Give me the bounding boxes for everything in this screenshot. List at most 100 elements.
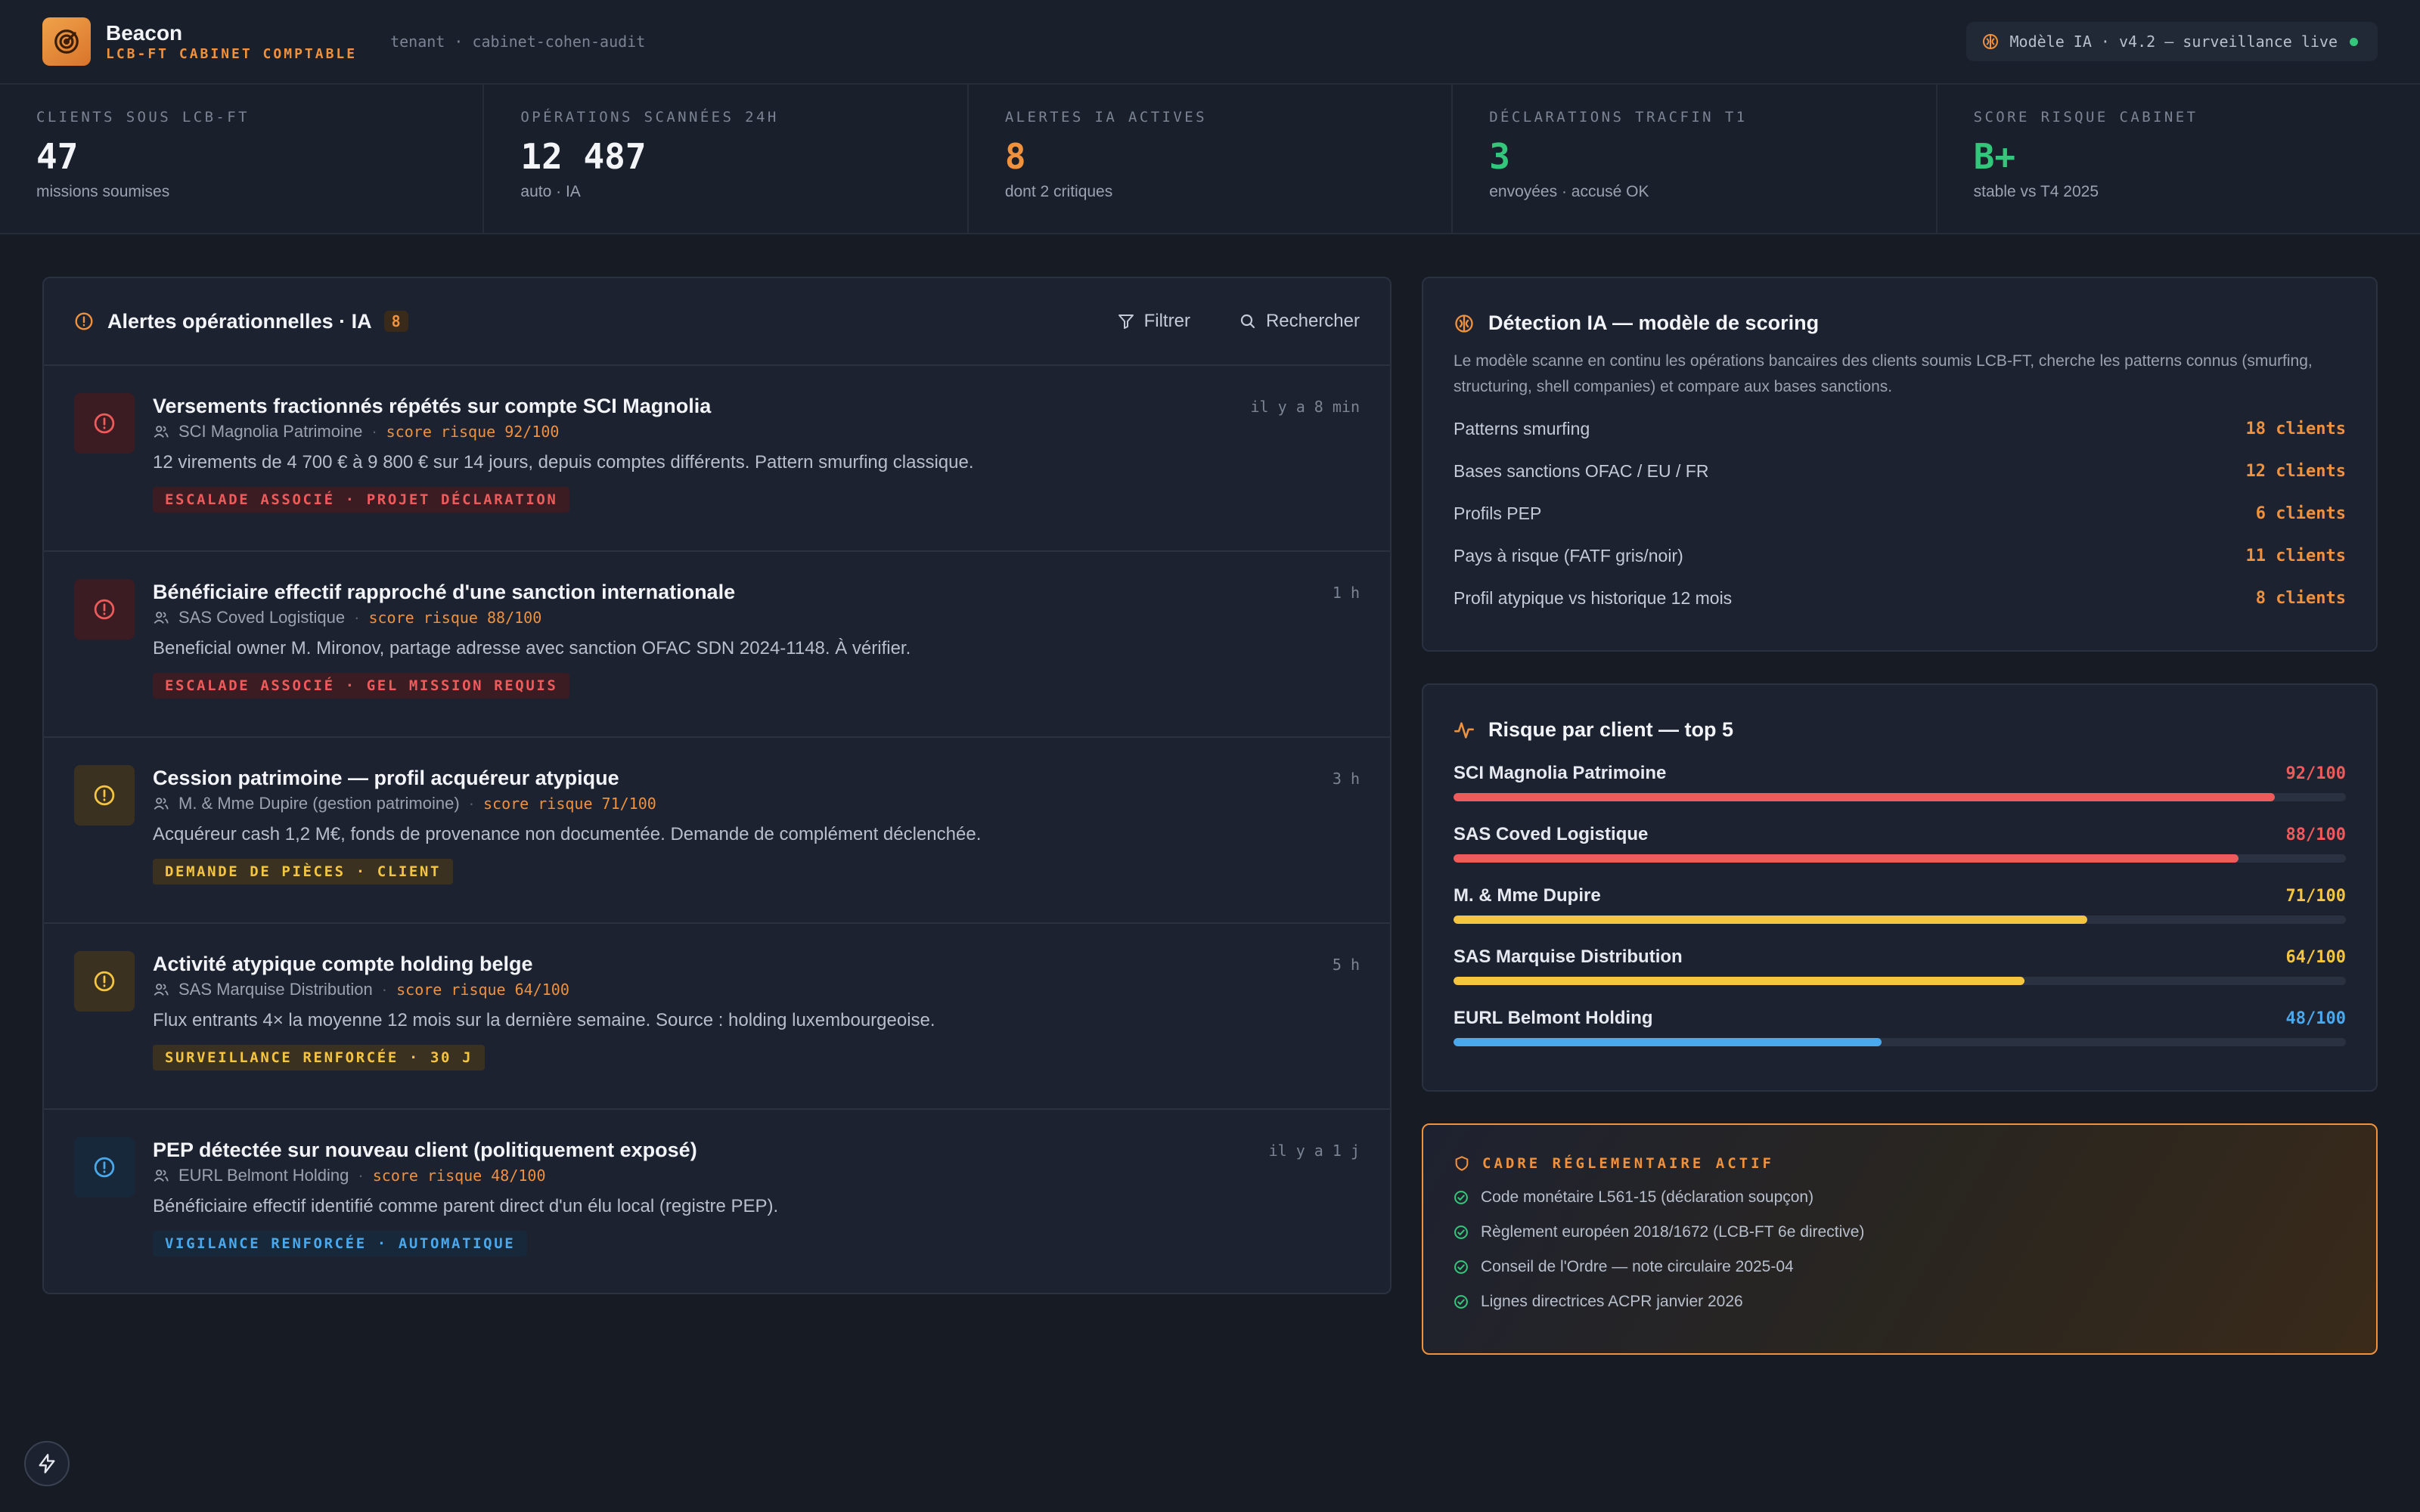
alert-circle-icon bbox=[94, 785, 115, 806]
tenant-label[interactable]: tenant · cabinet-cohen-audit bbox=[390, 33, 645, 51]
alerts-count-badge: 8 bbox=[383, 311, 408, 332]
kpi-operations[interactable]: OPÉRATIONS SCANNÉES 24H 12 487 auto · IA bbox=[484, 85, 969, 233]
detection-label: Pays à risque (FATF gris/noir) bbox=[1454, 545, 1683, 565]
alert-circle-icon bbox=[94, 971, 115, 992]
alert-description: Acquéreur cash 1,2 M€, fonds de provenan… bbox=[153, 824, 982, 844]
risk-row[interactable]: SAS Coved Logistique 88/100 bbox=[1454, 824, 2346, 863]
detection-row[interactable]: Patterns smurfing 18 clients bbox=[1454, 415, 2346, 442]
regl-item-label: Conseil de l'Ordre — note circulaire 202… bbox=[1481, 1258, 1794, 1275]
alerts-panel-title: Alertes opérationnelles · IA bbox=[107, 309, 372, 333]
alert-action-tag[interactable]: DEMANDE DE PIÈCES · CLIENT bbox=[153, 859, 454, 885]
detection-row[interactable]: Profils PEP 6 clients bbox=[1454, 500, 2346, 527]
kpi-tracfin[interactable]: DÉCLARATIONS TRACFIN T1 3 envoyées · acc… bbox=[1453, 85, 1938, 233]
alert-item[interactable]: Versements fractionnés répétés sur compt… bbox=[44, 366, 1390, 552]
model-status-pill[interactable]: Modèle IA · v4.2 — surveillance live bbox=[1965, 22, 2378, 61]
alert-action-tag[interactable]: SURVEILLANCE RENFORCÉE · 30 J bbox=[153, 1045, 486, 1070]
regl-item: Code monétaire L561-15 (déclaration soup… bbox=[1454, 1188, 2346, 1207]
alert-client: EURL Belmont Holding bbox=[178, 1166, 349, 1185]
risk-score: 48/100 bbox=[2285, 1009, 2346, 1028]
alert-score: score risque 88/100 bbox=[368, 609, 542, 627]
risk-bar-fill bbox=[1454, 793, 2275, 801]
risk-row[interactable]: SAS Marquise Distribution 64/100 bbox=[1454, 947, 2346, 985]
regl-item-label: Règlement européen 2018/1672 (LCB-FT 6e … bbox=[1481, 1223, 1865, 1241]
alert-score: score risque 92/100 bbox=[386, 423, 560, 441]
regl-item-label: Lignes directrices ACPR janvier 2026 bbox=[1481, 1293, 1743, 1310]
detection-value: 8 clients bbox=[2255, 588, 2346, 608]
beacon-logo[interactable] bbox=[42, 17, 91, 66]
detection-value: 11 clients bbox=[2245, 546, 2346, 565]
risk-row[interactable]: M. & Mme Dupire 71/100 bbox=[1454, 885, 2346, 924]
kpi-label: OPÉRATIONS SCANNÉES 24H bbox=[520, 109, 779, 125]
alert-item[interactable]: PEP détectée sur nouveau client (politiq… bbox=[44, 1110, 1390, 1296]
kpi-label: ALERTES IA ACTIVES bbox=[1004, 109, 1207, 125]
alert-title[interactable]: PEP détectée sur nouveau client (politiq… bbox=[153, 1137, 1360, 1163]
kpi-value: 3 bbox=[1489, 136, 1510, 177]
risk-bar-track bbox=[1454, 977, 2346, 985]
client-risk-card: Risque par client — top 5 SCI Magnolia P… bbox=[1422, 683, 2378, 1092]
top-bar: Beacon LCB-FT CABINET COMPTABLE tenant ·… bbox=[0, 0, 2420, 85]
kpi-sub: missions soumises bbox=[36, 183, 170, 200]
quick-action-button[interactable] bbox=[24, 1441, 70, 1486]
users-icon bbox=[154, 426, 169, 438]
filter-button[interactable]: Filtrer bbox=[1117, 311, 1190, 332]
info-circle-icon bbox=[94, 1157, 115, 1178]
alert-item[interactable]: Cession patrimoine — profil acquéreur at… bbox=[44, 738, 1390, 924]
alert-client: SAS Marquise Distribution bbox=[178, 980, 373, 999]
kpi-risk-score[interactable]: SCORE RISQUE CABINET B+ stable vs T4 202… bbox=[1938, 85, 2420, 233]
separator-dot: · bbox=[371, 422, 377, 441]
risk-bar-fill bbox=[1454, 1038, 1882, 1046]
kpi-clients[interactable]: CLIENTS SOUS LCB-FT 47 missions soumises bbox=[0, 85, 485, 233]
regl-item: Conseil de l'Ordre — note circulaire 202… bbox=[1454, 1258, 2346, 1276]
filter-label: Filtrer bbox=[1143, 311, 1190, 331]
detection-row[interactable]: Pays à risque (FATF gris/noir) 11 client… bbox=[1454, 542, 2346, 569]
risk-client-name: SAS Marquise Distribution bbox=[1454, 947, 1683, 967]
risk-row[interactable]: SCI Magnolia Patrimoine 92/100 bbox=[1454, 763, 2346, 801]
brand: Beacon LCB-FT CABINET COMPTABLE bbox=[106, 20, 357, 63]
alert-action-tag[interactable]: VIGILANCE RENFORCÉE · AUTOMATIQUE bbox=[153, 1231, 528, 1256]
risk-score: 71/100 bbox=[2285, 886, 2346, 906]
live-status-dot bbox=[2350, 37, 2358, 46]
alert-title[interactable]: Bénéficiaire effectif rapproché d'une sa… bbox=[153, 579, 1360, 605]
alert-severity-badge bbox=[74, 579, 135, 640]
search-button[interactable]: Rechercher bbox=[1239, 311, 1360, 332]
risk-row[interactable]: EURL Belmont Holding 48/100 bbox=[1454, 1008, 2346, 1046]
alert-description: Beneficial owner M. Mironov, partage adr… bbox=[153, 638, 911, 658]
risk-score: 92/100 bbox=[2285, 764, 2346, 783]
alert-title[interactable]: Activité atypique compte holding belge bbox=[153, 951, 1360, 977]
detection-label: Patterns smurfing bbox=[1454, 418, 1590, 438]
separator-dot: · bbox=[354, 608, 360, 627]
check-circle-icon bbox=[1454, 1225, 1468, 1239]
alert-time: 3 h bbox=[1332, 770, 1360, 788]
detection-row[interactable]: Bases sanctions OFAC / EU / FR 12 client… bbox=[1454, 457, 2346, 485]
detection-value: 6 clients bbox=[2255, 503, 2346, 523]
alert-client: SCI Magnolia Patrimoine bbox=[178, 422, 363, 441]
alert-description: 12 virements de 4 700 € à 9 800 € sur 14… bbox=[153, 452, 974, 472]
alert-action-tag[interactable]: ESCALADE ASSOCIÉ · PROJET DÉCLARATION bbox=[153, 487, 570, 513]
alert-score: score risque 64/100 bbox=[396, 981, 569, 999]
alert-item[interactable]: Bénéficiaire effectif rapproché d'une sa… bbox=[44, 552, 1390, 738]
alert-title[interactable]: Versements fractionnés répétés sur compt… bbox=[153, 393, 1360, 419]
kpi-alerts[interactable]: ALERTES IA ACTIVES 8 dont 2 critiques bbox=[969, 85, 1454, 233]
check-circle-icon bbox=[1454, 1295, 1468, 1309]
risk-score: 88/100 bbox=[2285, 825, 2346, 844]
risk-title: Risque par client — top 5 bbox=[1488, 718, 1734, 741]
users-icon bbox=[154, 1170, 169, 1182]
radar-icon bbox=[54, 29, 79, 54]
search-icon bbox=[1240, 314, 1255, 329]
alert-action-tag[interactable]: ESCALADE ASSOCIÉ · GEL MISSION REQUIS bbox=[153, 673, 570, 699]
kpi-value: 8 bbox=[1004, 136, 1026, 177]
alert-title[interactable]: Cession patrimoine — profil acquéreur at… bbox=[153, 765, 1360, 791]
kpi-strip: CLIENTS SOUS LCB-FT 47 missions soumises… bbox=[0, 85, 2420, 234]
alert-client: M. & Mme Dupire (gestion patrimoine) bbox=[178, 794, 460, 813]
risk-bar-fill bbox=[1454, 854, 2239, 863]
detection-label: Profils PEP bbox=[1454, 503, 1542, 523]
alert-severity-badge bbox=[74, 393, 135, 454]
app-name: Beacon bbox=[106, 21, 183, 45]
brain-icon bbox=[1982, 34, 1998, 49]
alerts-panel: Alertes opérationnelles · IA 8 Filtrer R… bbox=[42, 277, 1392, 1294]
risk-bar-fill bbox=[1454, 916, 2087, 924]
detection-row[interactable]: Profil atypique vs historique 12 mois 8 … bbox=[1454, 584, 2346, 612]
check-circle-icon bbox=[1454, 1260, 1468, 1274]
users-icon bbox=[154, 798, 169, 810]
alert-item[interactable]: Activité atypique compte holding belge S… bbox=[44, 924, 1390, 1110]
